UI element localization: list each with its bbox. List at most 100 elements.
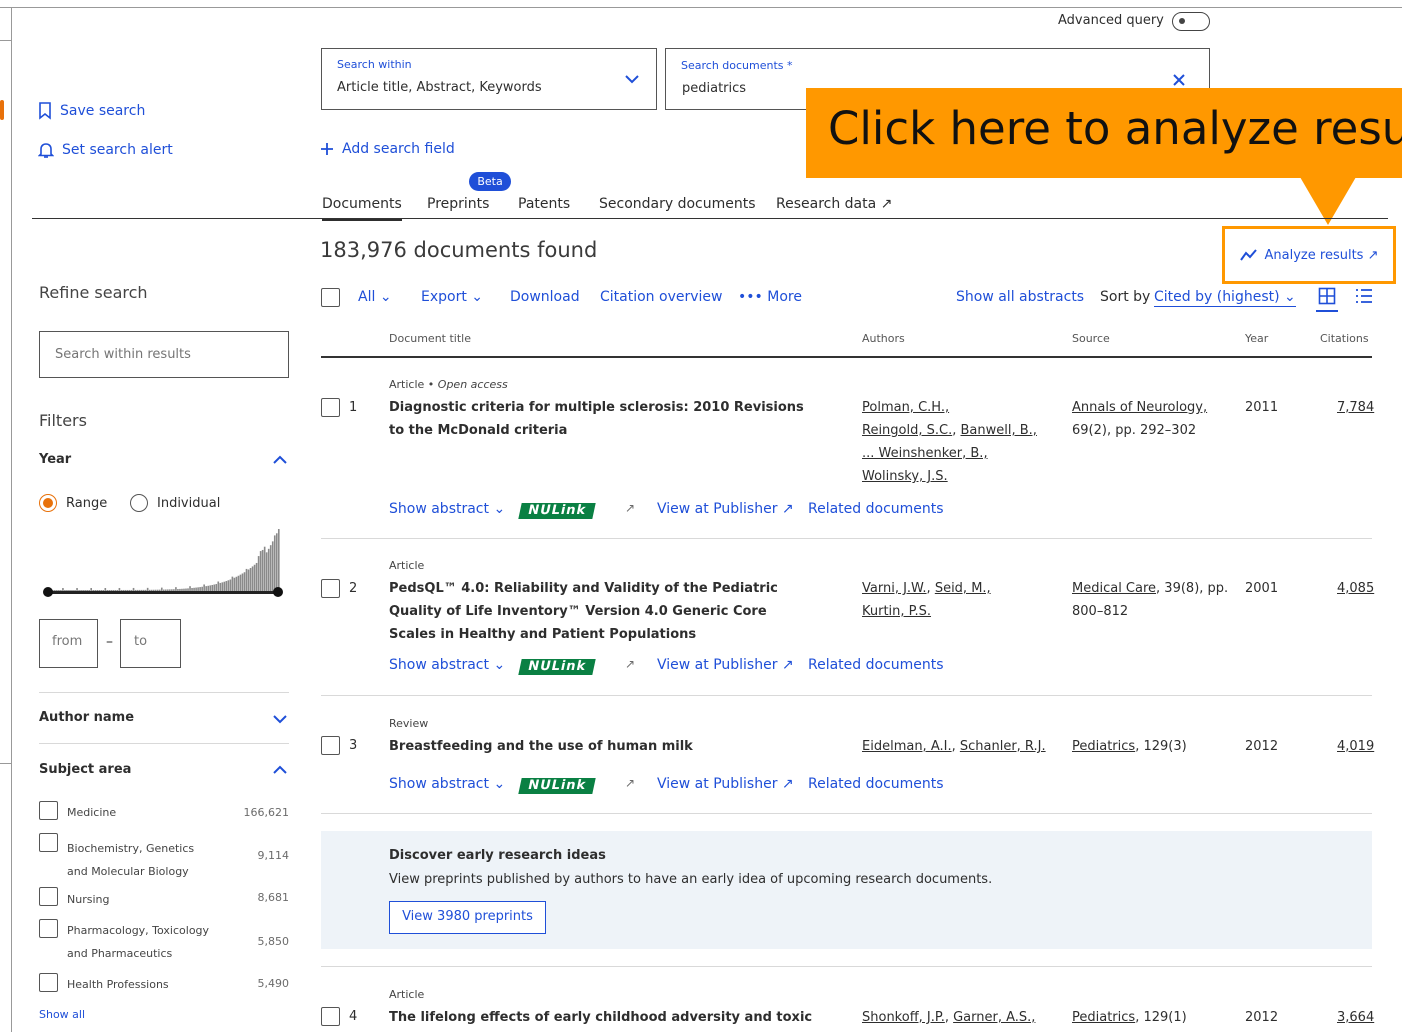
row-checkbox[interactable] <box>321 736 340 755</box>
histogram-bar <box>229 579 232 591</box>
subject-label: Biochemistry, Genetics and Molecular Biol… <box>67 842 195 878</box>
author-link[interactable]: Schanler, R.J. <box>960 739 1046 754</box>
author-link[interactable]: Eidelman, A.I. <box>862 739 952 754</box>
histogram-bar <box>235 576 238 591</box>
show-abstract-button[interactable]: Show abstract ⌄ <box>389 501 505 517</box>
subject-checkbox[interactable] <box>39 973 58 992</box>
citation-overview-button[interactable]: Citation overview <box>600 289 722 305</box>
set-search-alert-button[interactable]: Set search alert <box>38 141 173 159</box>
author-link[interactable]: Varni, J.W. <box>862 581 927 596</box>
nulink-button[interactable]: NULink <box>518 778 596 794</box>
nulink-button[interactable]: NULink <box>518 659 596 675</box>
citations-link[interactable]: 4,019 <box>1337 735 1374 758</box>
chevron-up-icon[interactable] <box>272 454 288 466</box>
row-divider <box>321 695 1372 696</box>
subject-item[interactable]: Nursing 8,681 <box>39 887 289 911</box>
grid-view-icon[interactable] <box>1318 287 1336 305</box>
citations-link[interactable]: 3,664 <box>1337 1006 1374 1029</box>
col-authors: Authors <box>862 332 905 345</box>
chevron-down-icon[interactable] <box>272 713 288 725</box>
tab-patents[interactable]: Patents <box>518 196 570 212</box>
sort-by-select[interactable]: Cited by (highest) ⌄ <box>1154 289 1296 307</box>
author-link[interactable]: Reingold, S.C. <box>862 423 952 438</box>
show-abstract-button[interactable]: Show abstract ⌄ <box>389 657 505 673</box>
author-link[interactable]: Garner, A.S., <box>953 1010 1035 1025</box>
author-link[interactable]: Kurtin, P.S. <box>862 604 931 619</box>
row-divider <box>321 813 1372 814</box>
download-button[interactable]: Download <box>510 289 580 305</box>
row-checkbox[interactable] <box>321 398 340 417</box>
subject-checkbox[interactable] <box>39 801 58 820</box>
view-preprints-button[interactable]: View 3980 preprints <box>389 901 546 934</box>
view-at-publisher-link[interactable]: View at Publisher ↗ <box>657 501 794 517</box>
view-at-publisher-link[interactable]: View at Publisher ↗ <box>657 776 794 792</box>
export-dropdown[interactable]: Export ⌄ <box>421 289 483 305</box>
show-all-subjects-link[interactable]: Show all <box>39 1008 85 1021</box>
histogram-bar <box>239 574 242 591</box>
show-abstract-button[interactable]: Show abstract ⌄ <box>389 776 505 792</box>
citations-link[interactable]: 4,085 <box>1337 577 1374 600</box>
search-within-results-input[interactable] <box>39 331 289 378</box>
all-dropdown[interactable]: All ⌄ <box>358 289 392 305</box>
subject-item[interactable]: Biochemistry, Genetics and Molecular Biol… <box>39 833 289 879</box>
more-button[interactable]: ••• More <box>738 289 802 305</box>
source-link[interactable]: Annals of Neurology, <box>1072 400 1207 415</box>
related-documents-link[interactable]: Related documents <box>808 776 944 792</box>
tab-secondary-documents[interactable]: Secondary documents <box>599 196 756 212</box>
tab-preprints[interactable]: Preprints <box>427 196 489 212</box>
analyze-results-button[interactable]: Analyze results ↗ <box>1222 226 1396 284</box>
author-link[interactable]: Banwell, B., <box>961 423 1037 438</box>
row-checkbox[interactable] <box>321 1007 340 1026</box>
list-view-icon[interactable] <box>1355 288 1373 304</box>
preprints-promo: Discover early research ideas View prepr… <box>321 831 1372 949</box>
subject-checkbox[interactable] <box>39 887 58 906</box>
subject-area-filter-heading: Subject area <box>39 762 132 777</box>
source-link[interactable]: Pediatrics <box>1072 739 1135 754</box>
doc-title-link[interactable]: PedsQL™ 4.0: Reliability and Validity of… <box>389 577 809 646</box>
histogram-bar <box>217 581 220 591</box>
doc-title-link[interactable]: Diagnostic criteria for multiple scleros… <box>389 396 809 442</box>
subject-item[interactable]: Health Professions 5,490 <box>39 973 289 997</box>
author-link[interactable]: Wolinsky, J.S. <box>862 469 948 484</box>
citations-link[interactable]: 7,784 <box>1337 396 1374 419</box>
select-all-checkbox[interactable] <box>321 288 340 307</box>
col-year: Year <box>1245 332 1269 345</box>
advanced-query-toggle[interactable] <box>1172 12 1210 31</box>
nulink-button[interactable]: NULink <box>518 503 596 519</box>
range-slider-handle-right[interactable] <box>273 587 283 597</box>
row-divider <box>321 538 1372 539</box>
subject-item[interactable]: Pharmacology, Toxicology and Pharmaceutic… <box>39 919 289 965</box>
row-divider <box>321 966 1372 967</box>
histogram-bar <box>237 575 240 591</box>
range-slider-handle-left[interactable] <box>43 587 53 597</box>
search-within-select[interactable]: Search within Article title, Abstract, K… <box>321 48 657 110</box>
chevron-up-icon[interactable] <box>272 764 288 776</box>
author-link[interactable]: ... Weinshenker, B., <box>862 446 988 461</box>
author-link[interactable]: Shonkoff, J.P. <box>862 1010 945 1025</box>
year-to-input[interactable]: to <box>120 619 181 668</box>
doc-title-link[interactable]: The lifelong effects of early childhood … <box>389 1006 849 1032</box>
range-radio[interactable]: Range <box>39 494 107 512</box>
source-link[interactable]: Medical Care <box>1072 581 1156 596</box>
clear-icon[interactable] <box>1172 73 1186 87</box>
author-link[interactable]: Polman, C.H., <box>862 400 949 415</box>
histogram-bar <box>265 552 268 591</box>
doc-title-link[interactable]: Breastfeeding and the use of human milk <box>389 735 829 758</box>
author-link[interactable]: Seid, M., <box>935 581 991 596</box>
save-search-button[interactable]: Save search <box>38 102 145 120</box>
subject-checkbox[interactable] <box>39 833 58 852</box>
individual-radio[interactable]: Individual <box>130 494 220 512</box>
add-search-field-button[interactable]: Add search field <box>320 141 455 157</box>
related-documents-link[interactable]: Related documents <box>808 657 944 673</box>
show-all-abstracts-button[interactable]: Show all abstracts <box>956 289 1084 305</box>
tab-research-data[interactable]: Research data ↗ <box>776 196 892 212</box>
range-dash: – <box>106 634 113 650</box>
tab-documents[interactable]: Documents <box>322 196 402 221</box>
row-checkbox[interactable] <box>321 579 340 598</box>
source-link[interactable]: Pediatrics <box>1072 1010 1135 1025</box>
year-from-input[interactable]: from <box>39 619 98 668</box>
view-at-publisher-link[interactable]: View at Publisher ↗ <box>657 657 794 673</box>
subject-checkbox[interactable] <box>39 919 58 938</box>
subject-item[interactable]: Medicine 166,621 <box>39 801 289 825</box>
related-documents-link[interactable]: Related documents <box>808 501 944 517</box>
